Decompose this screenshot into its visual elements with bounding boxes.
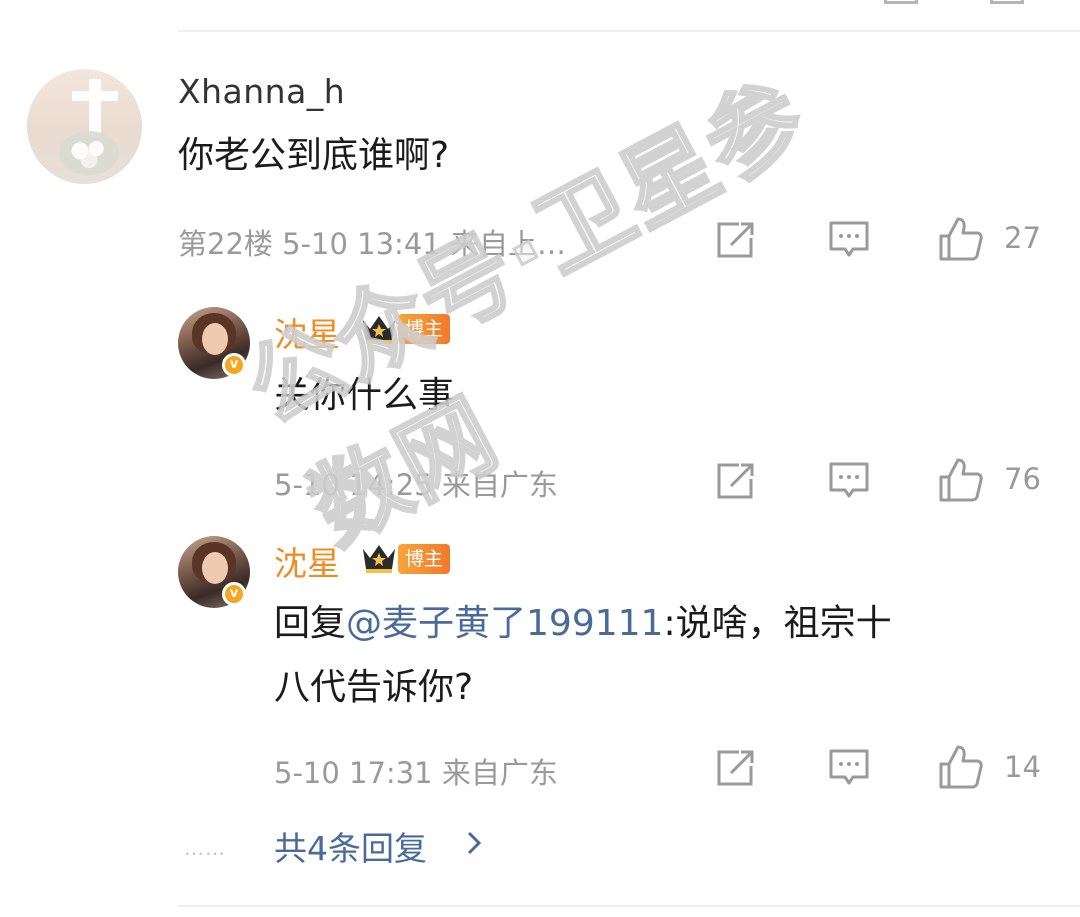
partial-icon-top xyxy=(990,0,1024,4)
blogger-tag: 博主 xyxy=(398,314,451,344)
thumbs-up-icon[interactable] xyxy=(938,457,984,503)
reply-text: 关你什么事 xyxy=(274,375,455,416)
reply-text-line2: 八代告诉你? xyxy=(274,667,474,708)
thumbs-up-icon[interactable] xyxy=(938,744,984,790)
crown-icon xyxy=(363,545,395,573)
comment-meta: 第22楼 5-10 13:41 来自上… xyxy=(178,227,566,261)
like-count: 27 xyxy=(1004,221,1041,255)
more-dots: …… xyxy=(184,836,226,860)
comment-icon[interactable] xyxy=(828,747,870,789)
flowers-image xyxy=(59,131,119,175)
verified-badge-icon: v xyxy=(222,582,246,606)
like-count: 14 xyxy=(1004,750,1041,784)
thumbs-up-icon[interactable] xyxy=(938,216,984,262)
blogger-tag: 博主 xyxy=(398,544,451,574)
like-count: 76 xyxy=(1004,462,1041,496)
reply-text-suffix: :说啥，祖宗十 xyxy=(663,603,892,644)
reply-prefix: 回复 xyxy=(274,603,347,644)
verified-badge-icon: v xyxy=(222,353,246,377)
mention-link[interactable]: @麦子黄了199111 xyxy=(346,603,663,644)
cross-shape xyxy=(72,91,118,101)
face-shape xyxy=(202,323,228,355)
more-replies-link[interactable]: 共4条回复 xyxy=(274,822,427,870)
crown-icon xyxy=(363,316,395,344)
share-icon[interactable] xyxy=(715,219,757,261)
reply-meta: 5-10 14:25 来自广东 xyxy=(274,468,558,502)
reply-username[interactable]: 沈星 xyxy=(274,537,340,585)
avatar[interactable] xyxy=(27,69,142,184)
reply-username[interactable]: 沈星 xyxy=(274,308,340,356)
chevron-right-icon[interactable] xyxy=(466,830,482,856)
share-icon[interactable] xyxy=(715,747,757,789)
divider xyxy=(178,905,1080,907)
comment-icon[interactable] xyxy=(828,219,870,261)
comment-username[interactable]: Xhanna_h xyxy=(178,72,345,111)
face-shape xyxy=(202,552,228,584)
comment-text: 你老公到底谁啊? xyxy=(178,135,450,176)
share-icon[interactable] xyxy=(715,460,757,502)
reply-text-line1: 回复@麦子黄了199111:说啥，祖宗十 xyxy=(274,594,892,654)
divider xyxy=(178,30,1080,32)
reply-meta: 5-10 17:31 来自广东 xyxy=(274,756,558,790)
cross-shape xyxy=(89,79,101,137)
partial-icon-top xyxy=(884,0,918,4)
comment-icon[interactable] xyxy=(828,460,870,502)
